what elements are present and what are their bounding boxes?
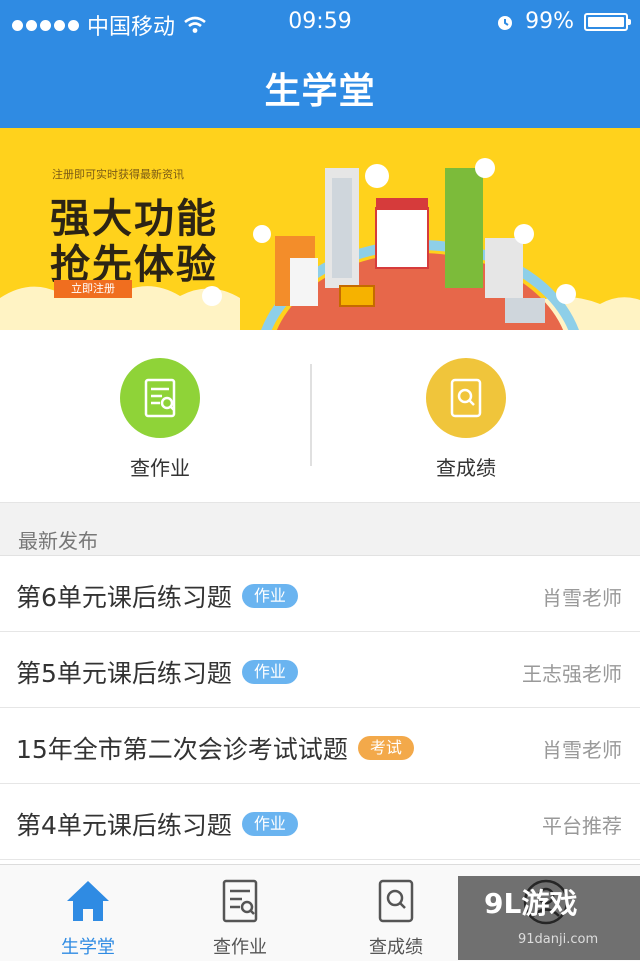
tag-badge: 考试 bbox=[357, 736, 414, 760]
list-item[interactable]: 15年全市第二次会诊考试试题 考试 肖雪老师 bbox=[0, 708, 640, 784]
item-title: 第5单元课后练习题 bbox=[16, 659, 232, 688]
section-title: 最新发布 bbox=[18, 529, 98, 553]
tab-homework[interactable]: 查作业 bbox=[162, 865, 318, 961]
page-title: 生学堂 bbox=[264, 71, 376, 112]
check-homework-button[interactable]: 查作业 bbox=[60, 358, 260, 481]
check-homework-label: 查作业 bbox=[130, 456, 190, 480]
quick-actions: 查作业 查成绩 bbox=[0, 330, 640, 503]
watermark-brand: 9L游戏 bbox=[484, 887, 578, 920]
tag-badge: 作业 bbox=[241, 812, 298, 836]
item-title: 15年全市第二次会诊考试试题 bbox=[16, 735, 348, 764]
item-author: 肖雪老师 bbox=[542, 586, 622, 610]
alarm-icon bbox=[498, 15, 513, 30]
watermark: 9L游戏 91danji.com bbox=[458, 876, 640, 960]
list-item[interactable]: 第4单元课后练习题 作业 平台推荐 bbox=[0, 784, 640, 860]
list-item[interactable]: 第6单元课后练习题 作业 肖雪老师 bbox=[0, 556, 640, 632]
watermark-url: 91danji.com bbox=[518, 932, 599, 947]
promo-banner[interactable]: 注册即可实时获得最新资讯 强大功能 抢先体验 立即注册 bbox=[0, 128, 640, 330]
tab-home-label: 生学堂 bbox=[61, 937, 115, 958]
homework-icon bbox=[222, 879, 258, 923]
tab-homework-label: 查作业 bbox=[213, 937, 267, 958]
tag-badge: 作业 bbox=[241, 584, 298, 608]
latest-list: 第6单元课后练习题 作业 肖雪老师 第5单元课后练习题 作业 王志强老师 15年全市… bbox=[0, 556, 640, 860]
header: 中国移动 09:59 99% 生学堂 bbox=[0, 0, 640, 128]
divider bbox=[310, 364, 312, 466]
item-author: 平台推荐 bbox=[542, 814, 622, 838]
item-title: 第6单元课后练习题 bbox=[16, 583, 232, 612]
homework-icon bbox=[120, 358, 200, 438]
banner-subtitle: 注册即可实时获得最新资讯 bbox=[52, 168, 184, 181]
check-grades-label: 查成绩 bbox=[436, 456, 496, 480]
item-title: 第4单元课后练习题 bbox=[16, 811, 232, 840]
tag-badge: 作业 bbox=[241, 660, 298, 684]
tab-home[interactable]: 生学堂 bbox=[10, 865, 166, 961]
section-header: 最新发布 bbox=[0, 503, 640, 556]
tab-grades-label: 查成绩 bbox=[369, 937, 423, 958]
list-item[interactable]: 第5单元课后练习题 作业 王志强老师 bbox=[0, 632, 640, 708]
search-grade-icon bbox=[378, 879, 414, 923]
status-bar: 中国移动 09:59 99% bbox=[0, 0, 640, 44]
register-button[interactable]: 立即注册 bbox=[54, 280, 132, 298]
battery-icon bbox=[584, 12, 631, 31]
check-grades-button[interactable]: 查成绩 bbox=[366, 358, 566, 481]
tab-grades[interactable]: 查成绩 bbox=[318, 865, 474, 961]
item-author: 肖雪老师 bbox=[542, 738, 622, 762]
item-author: 王志强老师 bbox=[522, 662, 622, 686]
home-icon bbox=[67, 881, 109, 921]
battery-percent: 99% bbox=[525, 9, 574, 34]
search-grade-icon bbox=[426, 358, 506, 438]
